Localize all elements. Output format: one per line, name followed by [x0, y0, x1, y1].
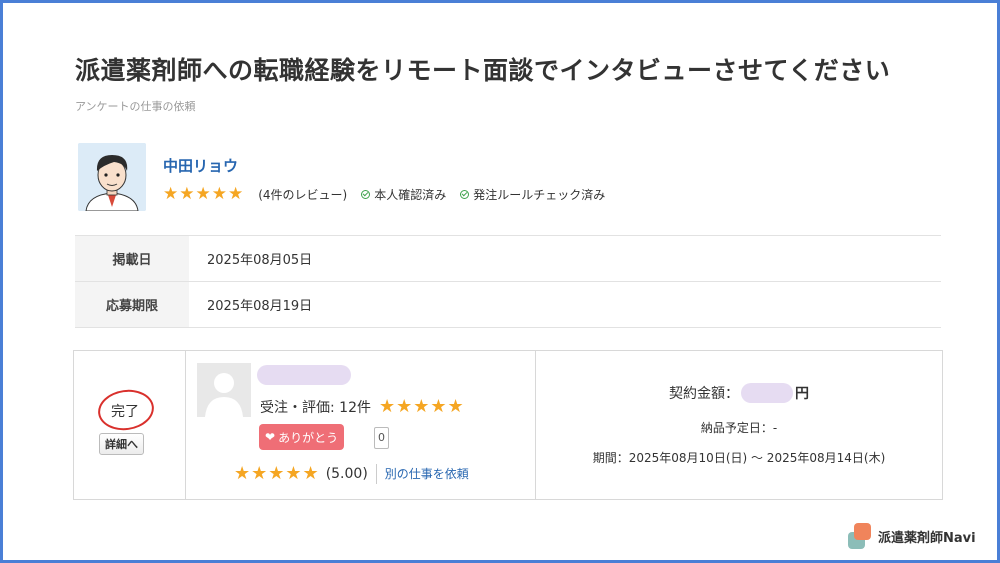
person-illustration-icon — [78, 143, 146, 211]
job-info-table: 掲載日 2025年08月05日 応募期限 2025年08月19日 — [75, 235, 941, 328]
worker-name-redacted[interactable] — [257, 365, 351, 385]
deadline-label: 応募期限 — [75, 281, 189, 328]
client-name-link[interactable]: 中田リョウ — [163, 155, 238, 176]
detail-button[interactable]: 詳細へ — [99, 433, 144, 455]
heart-icon: ❤ — [265, 430, 276, 444]
worker-order-stats: 受注・評価: 12件 ★★★★★ — [260, 396, 465, 417]
brand-logo-icon — [848, 523, 872, 549]
screenshot-frame: 派遣薬剤師への転職経験をリモート面談でインタビューさせてください アンケートの仕… — [0, 0, 1000, 563]
status-label: 完了 — [111, 404, 139, 420]
badge-identity-verified: 本人確認済み — [374, 187, 447, 202]
thanks-count: 0 — [374, 427, 389, 449]
default-user-icon — [197, 363, 251, 417]
entry-rating-value: (5.00) — [325, 465, 368, 482]
job-category: アンケートの仕事の依頼 — [75, 100, 196, 113]
page-title: 派遣薬剤師への転職経験をリモート面談でインタビューさせてください — [75, 56, 891, 85]
contract-amount-unit: 円 — [795, 386, 809, 402]
entry-rating-stars: ★★★★★ — [234, 463, 320, 484]
due-date: 納品予定日：- — [700, 421, 778, 435]
client-review-count[interactable]: (4件のレビュー) — [258, 186, 347, 203]
table-row: 掲載日 2025年08月05日 — [75, 235, 941, 282]
brand-watermark: 派遣薬剤師Navi — [848, 523, 976, 549]
brand-name: 派遣薬剤師Navi — [878, 530, 976, 546]
contract-amount-redacted — [741, 383, 793, 403]
badge-rules-checked: 発注ルールチェック済み — [473, 187, 606, 202]
contract-column: 契約金額： 円 納品予定日：- 期間：2025年08月10日(日) 〜 2025… — [536, 351, 942, 499]
contract-entry: 完了 詳細へ 受注・評価: 12件 ★★★★★ ❤ ありがとう 0 ★★★★★ … — [73, 350, 943, 500]
contract-amount-label: 契約金額： — [669, 386, 739, 402]
client-meta: ★★★★★ (4件のレビュー) 本人確認済み 発注ルールチェック済み — [163, 184, 605, 204]
deadline-value: 2025年08月19日 — [189, 281, 941, 328]
thanks-button[interactable]: ❤ ありがとう — [259, 424, 345, 450]
divider — [375, 463, 377, 484]
client-avatar[interactable] — [78, 143, 146, 211]
orders-label: 受注・評価: 12件 — [260, 399, 371, 416]
orders-rating-stars: ★★★★★ — [378, 396, 465, 417]
contract-amount: 契約金額： 円 — [536, 383, 942, 403]
posted-date-label: 掲載日 — [75, 235, 189, 282]
posted-date-value: 2025年08月05日 — [189, 235, 941, 282]
request-another-job-link[interactable]: 別の仕事を依頼 — [385, 465, 469, 482]
thanks-label: ありがとう — [278, 430, 339, 445]
worker-avatar[interactable] — [197, 363, 251, 417]
status-column: 完了 詳細へ — [74, 351, 186, 499]
contract-period: 期間：2025年08月10日(日) 〜 2025年08月14日(木) — [592, 451, 886, 465]
table-row: 応募期限 2025年08月19日 — [75, 281, 941, 328]
entry-rating: ★★★★★ (5.00) 別の仕事を依頼 — [234, 463, 469, 484]
client-rating-stars: ★★★★★ — [163, 184, 245, 204]
check-circle-icon — [361, 189, 371, 199]
check-circle-icon — [460, 189, 470, 199]
worker-column: 受注・評価: 12件 ★★★★★ ❤ ありがとう 0 ★★★★★ (5.00) … — [186, 351, 536, 499]
